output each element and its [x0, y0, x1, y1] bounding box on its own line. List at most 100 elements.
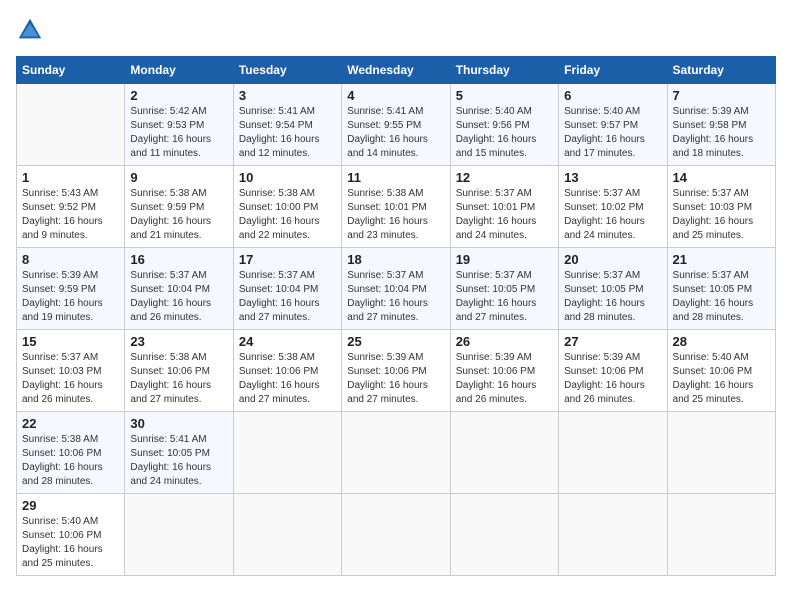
calendar-cell: 21Sunrise: 5:37 AM Sunset: 10:05 PM Dayl… — [667, 248, 775, 330]
calendar-cell: 9 Sunrise: 5:38 AM Sunset: 9:59 PM Daylig… — [125, 166, 233, 248]
day-number: 2 — [130, 88, 227, 103]
header-friday: Friday — [559, 57, 667, 84]
day-number: 1 — [22, 170, 119, 185]
calendar-cell — [125, 494, 233, 576]
calendar-cell: 26Sunrise: 5:39 AM Sunset: 10:06 PM Dayl… — [450, 330, 558, 412]
header-thursday: Thursday — [450, 57, 558, 84]
day-info: Sunrise: 5:37 AM Sunset: 10:03 PM Daylig… — [22, 351, 119, 407]
day-number: 30 — [130, 416, 227, 431]
day-info: Sunrise: 5:38 AM Sunset: 10:06 PM Daylig… — [22, 433, 119, 489]
calendar-cell: 24 Sunrise: 5:38 AM Sunset: 10:06 PM Dayl… — [233, 330, 341, 412]
day-info: Sunrise: 5:37 AM Sunset: 10:02 PM Daylig… — [564, 187, 661, 243]
day-number: 21 — [673, 252, 770, 267]
calendar-week-row: 2 Sunrise: 5:42 AM Sunset: 9:53 PM Daylig… — [17, 84, 776, 166]
day-info: Sunrise: 5:42 AM Sunset: 9:53 PM Dayligh… — [130, 105, 227, 161]
day-number: 29 — [22, 498, 119, 513]
header-saturday: Saturday — [667, 57, 775, 84]
day-info: Sunrise: 5:38 AM Sunset: 9:59 PM Dayligh… — [130, 187, 227, 243]
day-number: 18 — [347, 252, 444, 267]
calendar-cell: 7Sunrise: 5:39 AM Sunset: 9:58 PM Daylig… — [667, 84, 775, 166]
calendar-table: SundayMondayTuesdayWednesdayThursdayFrid… — [16, 56, 776, 576]
day-number: 27 — [564, 334, 661, 349]
calendar-cell: 1 Sunrise: 5:43 AM Sunset: 9:52 PM Daylig… — [17, 166, 125, 248]
day-number: 4 — [347, 88, 444, 103]
calendar-cell — [450, 412, 558, 494]
calendar-cell: 22 Sunrise: 5:38 AM Sunset: 10:06 PM Dayl… — [17, 412, 125, 494]
calendar-cell: 19Sunrise: 5:37 AM Sunset: 10:05 PM Dayl… — [450, 248, 558, 330]
calendar-cell: 28 Sunrise: 5:40 AM Sunset: 10:06 PM Dayl… — [667, 330, 775, 412]
calendar-cell — [342, 494, 450, 576]
day-number: 26 — [456, 334, 553, 349]
day-info: Sunrise: 5:40 AM Sunset: 10:06 PM Daylig… — [22, 515, 119, 571]
day-info: Sunrise: 5:38 AM Sunset: 10:00 PM Daylig… — [239, 187, 336, 243]
day-number: 8 — [22, 252, 119, 267]
calendar-cell: 16 Sunrise: 5:37 AM Sunset: 10:04 PM Dayl… — [125, 248, 233, 330]
day-info: Sunrise: 5:37 AM Sunset: 10:03 PM Daylig… — [673, 187, 770, 243]
day-info: Sunrise: 5:37 AM Sunset: 10:05 PM Daylig… — [564, 269, 661, 325]
day-number: 13 — [564, 170, 661, 185]
day-info: Sunrise: 5:37 AM Sunset: 10:01 PM Daylig… — [456, 187, 553, 243]
day-info: Sunrise: 5:37 AM Sunset: 10:04 PM Daylig… — [347, 269, 444, 325]
day-number: 28 — [673, 334, 770, 349]
calendar-cell: 25 Sunrise: 5:39 AM Sunset: 10:06 PM Dayl… — [342, 330, 450, 412]
calendar-cell: 27 Sunrise: 5:39 AM Sunset: 10:06 PM Dayl… — [559, 330, 667, 412]
calendar-cell: 15 Sunrise: 5:37 AM Sunset: 10:03 PM Dayl… — [17, 330, 125, 412]
calendar-cell: 10Sunrise: 5:38 AM Sunset: 10:00 PM Dayl… — [233, 166, 341, 248]
calendar-cell: 23Sunrise: 5:38 AM Sunset: 10:06 PM Dayl… — [125, 330, 233, 412]
day-number: 11 — [347, 170, 444, 185]
day-info: Sunrise: 5:41 AM Sunset: 9:54 PM Dayligh… — [239, 105, 336, 161]
calendar-cell — [17, 84, 125, 166]
calendar-cell: 3 Sunrise: 5:41 AM Sunset: 9:54 PM Daylig… — [233, 84, 341, 166]
day-number: 20 — [564, 252, 661, 267]
day-number: 16 — [130, 252, 227, 267]
calendar-week-row: 22 Sunrise: 5:38 AM Sunset: 10:06 PM Dayl… — [17, 412, 776, 494]
day-info: Sunrise: 5:39 AM Sunset: 9:59 PM Dayligh… — [22, 269, 119, 325]
logo — [16, 16, 48, 44]
day-info: Sunrise: 5:40 AM Sunset: 10:06 PM Daylig… — [673, 351, 770, 407]
day-info: Sunrise: 5:37 AM Sunset: 10:04 PM Daylig… — [130, 269, 227, 325]
calendar-cell: 17Sunrise: 5:37 AM Sunset: 10:04 PM Dayl… — [233, 248, 341, 330]
calendar-cell — [342, 412, 450, 494]
calendar-header-row: SundayMondayTuesdayWednesdayThursdayFrid… — [17, 57, 776, 84]
day-number: 6 — [564, 88, 661, 103]
calendar-week-row: 8 Sunrise: 5:39 AM Sunset: 9:59 PM Daylig… — [17, 248, 776, 330]
calendar-cell: 13 Sunrise: 5:37 AM Sunset: 10:02 PM Dayl… — [559, 166, 667, 248]
day-info: Sunrise: 5:43 AM Sunset: 9:52 PM Dayligh… — [22, 187, 119, 243]
day-info: Sunrise: 5:39 AM Sunset: 10:06 PM Daylig… — [347, 351, 444, 407]
calendar-cell: 29 Sunrise: 5:40 AM Sunset: 10:06 PM Dayl… — [17, 494, 125, 576]
header-tuesday: Tuesday — [233, 57, 341, 84]
day-number: 25 — [347, 334, 444, 349]
day-number: 19 — [456, 252, 553, 267]
calendar-cell: 14 Sunrise: 5:37 AM Sunset: 10:03 PM Dayl… — [667, 166, 775, 248]
day-info: Sunrise: 5:39 AM Sunset: 10:06 PM Daylig… — [564, 351, 661, 407]
page-header — [16, 16, 776, 44]
day-info: Sunrise: 5:38 AM Sunset: 10:06 PM Daylig… — [239, 351, 336, 407]
calendar-cell — [233, 494, 341, 576]
day-number: 12 — [456, 170, 553, 185]
day-number: 14 — [673, 170, 770, 185]
header-sunday: Sunday — [17, 57, 125, 84]
day-number: 22 — [22, 416, 119, 431]
calendar-cell: 5Sunrise: 5:40 AM Sunset: 9:56 PM Daylig… — [450, 84, 558, 166]
calendar-week-row: 1 Sunrise: 5:43 AM Sunset: 9:52 PM Daylig… — [17, 166, 776, 248]
day-number: 7 — [673, 88, 770, 103]
day-number: 24 — [239, 334, 336, 349]
calendar-week-row: 29 Sunrise: 5:40 AM Sunset: 10:06 PM Dayl… — [17, 494, 776, 576]
calendar-cell: 6 Sunrise: 5:40 AM Sunset: 9:57 PM Daylig… — [559, 84, 667, 166]
calendar-cell: 2 Sunrise: 5:42 AM Sunset: 9:53 PM Daylig… — [125, 84, 233, 166]
header-monday: Monday — [125, 57, 233, 84]
day-number: 3 — [239, 88, 336, 103]
day-number: 15 — [22, 334, 119, 349]
calendar-cell — [667, 412, 775, 494]
calendar-cell — [559, 412, 667, 494]
calendar-cell: 12 Sunrise: 5:37 AM Sunset: 10:01 PM Dayl… — [450, 166, 558, 248]
calendar-week-row: 15 Sunrise: 5:37 AM Sunset: 10:03 PM Dayl… — [17, 330, 776, 412]
day-info: Sunrise: 5:40 AM Sunset: 9:56 PM Dayligh… — [456, 105, 553, 161]
day-number: 9 — [130, 170, 227, 185]
day-info: Sunrise: 5:38 AM Sunset: 10:01 PM Daylig… — [347, 187, 444, 243]
day-info: Sunrise: 5:37 AM Sunset: 10:04 PM Daylig… — [239, 269, 336, 325]
calendar-cell: 30 Sunrise: 5:41 AM Sunset: 10:05 PM Dayl… — [125, 412, 233, 494]
day-info: Sunrise: 5:40 AM Sunset: 9:57 PM Dayligh… — [564, 105, 661, 161]
calendar-cell: 18 Sunrise: 5:37 AM Sunset: 10:04 PM Dayl… — [342, 248, 450, 330]
day-info: Sunrise: 5:41 AM Sunset: 10:05 PM Daylig… — [130, 433, 227, 489]
